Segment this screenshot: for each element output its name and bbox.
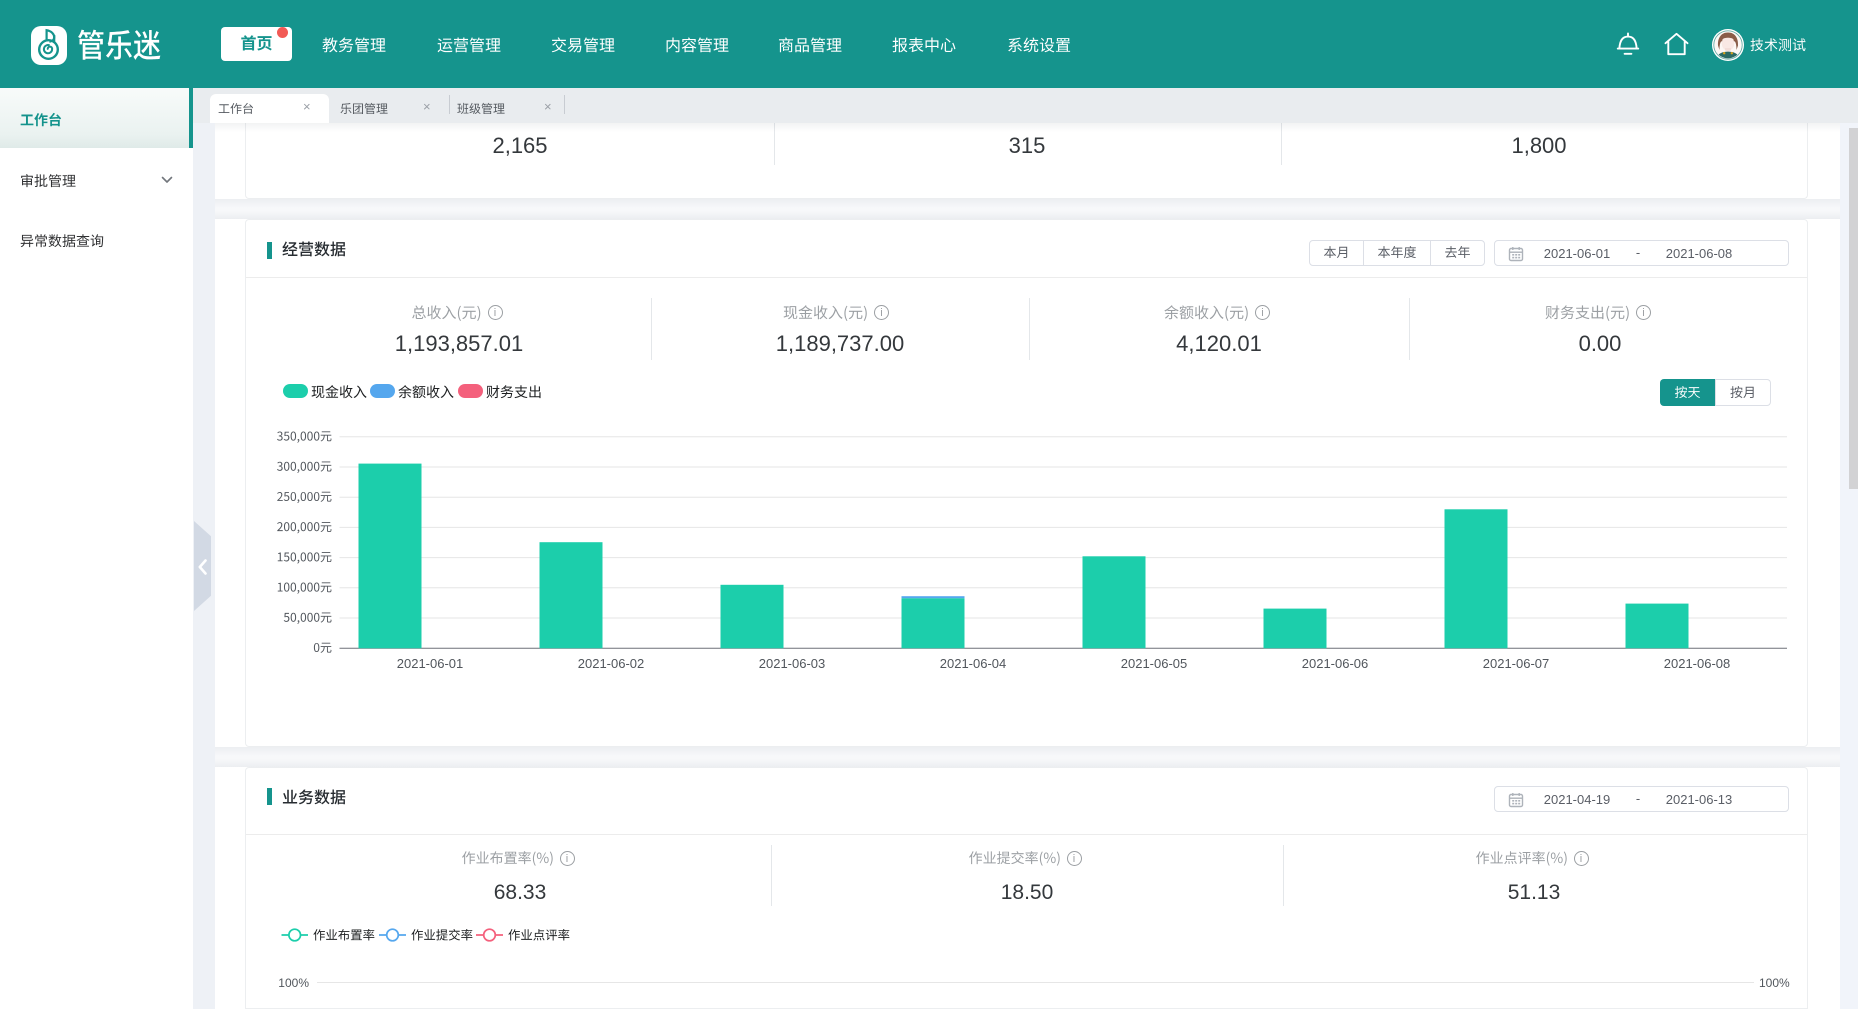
svg-text:2021-06-05: 2021-06-05 xyxy=(1121,656,1188,671)
svg-text:2021-06-04: 2021-06-04 xyxy=(940,656,1007,671)
svg-text:2021-06-07: 2021-06-07 xyxy=(1483,656,1550,671)
svg-text:2021-06-03: 2021-06-03 xyxy=(759,656,826,671)
svg-text:2021-06-01: 2021-06-01 xyxy=(397,656,464,671)
svg-text:2021-06-06: 2021-06-06 xyxy=(1302,656,1369,671)
svg-text:2021-06-08: 2021-06-08 xyxy=(1664,656,1731,671)
svg-text:2021-06-02: 2021-06-02 xyxy=(578,656,645,671)
